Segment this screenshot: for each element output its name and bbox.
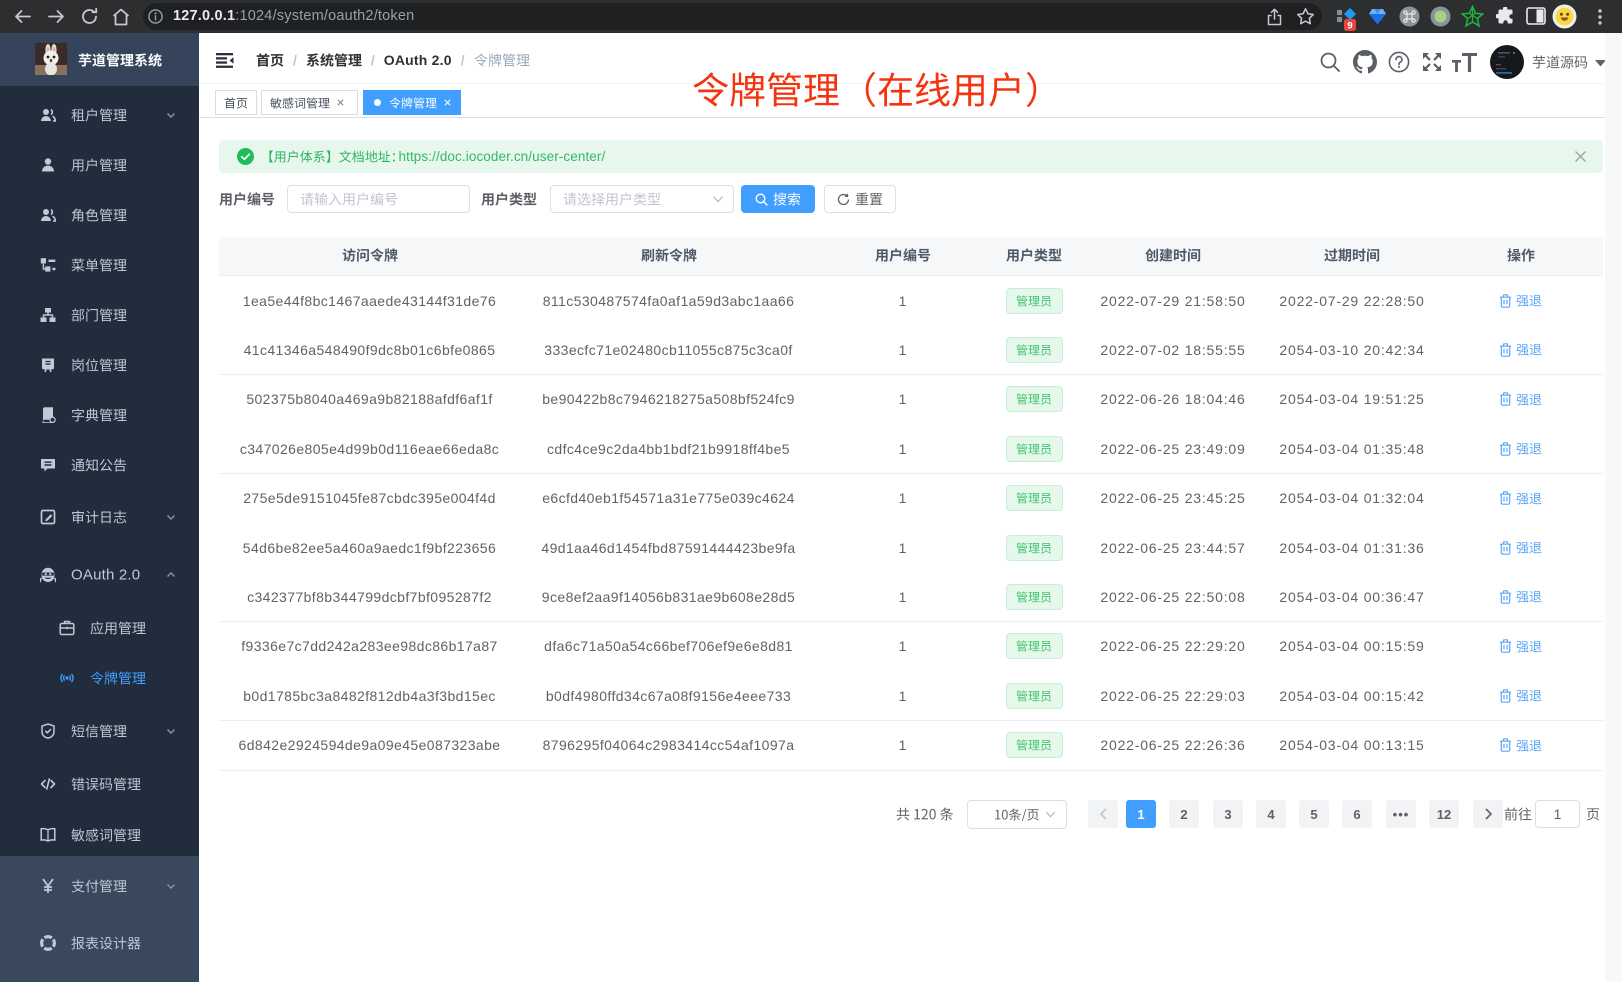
svg-text:9: 9 [1347, 21, 1352, 32]
